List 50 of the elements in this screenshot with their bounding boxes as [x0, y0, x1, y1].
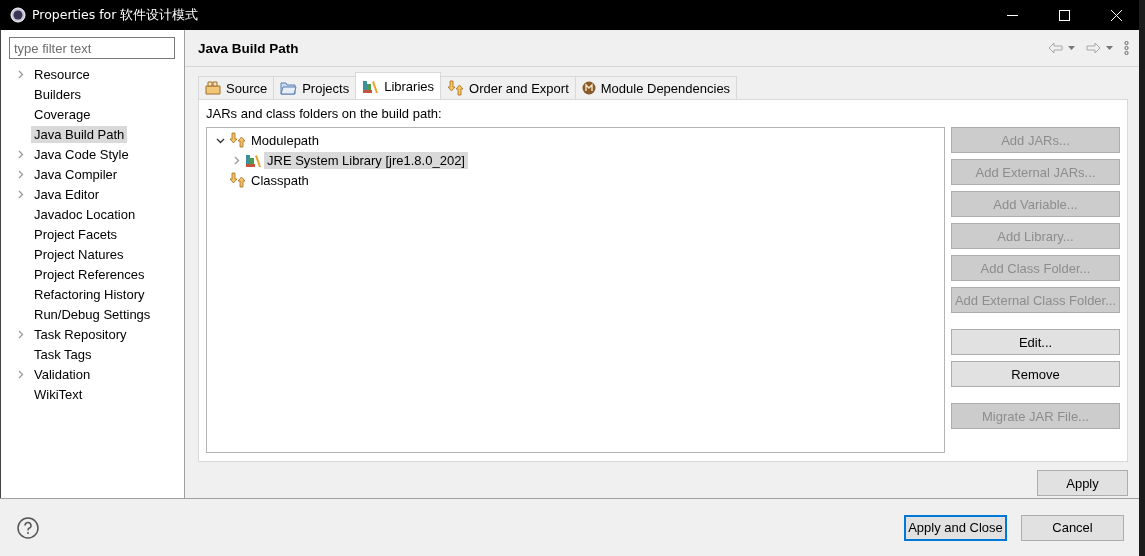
tab[interactable]: Source [198, 76, 275, 99]
arrows-icon [447, 80, 465, 96]
page-title: Java Build Path [198, 40, 300, 56]
arrows-icon [229, 132, 246, 148]
sidebar-item[interactable]: Builders [31, 85, 84, 103]
sidebar-item[interactable]: Run/Debug Settings [31, 305, 154, 323]
sidebar-item[interactable]: Java Editor [31, 185, 103, 203]
apply-button[interactable]: Apply [1037, 470, 1128, 496]
tab[interactable]: Projects [273, 76, 357, 99]
sidebar-item[interactable]: Java Build Path [31, 125, 128, 143]
sidebar-item[interactable]: Refactoring History [31, 285, 148, 303]
dialog-button[interactable]: Cancel [1021, 514, 1124, 541]
sidebar-item[interactable]: WikiText [31, 385, 86, 403]
sidebar-item[interactable]: Resource [31, 65, 93, 83]
sidebar-item[interactable]: Javadoc Location [31, 205, 139, 223]
close-icon[interactable] [1110, 9, 1122, 21]
sidebar-item[interactable]: Java Code Style [31, 145, 132, 163]
folder-icon [280, 81, 298, 95]
books-icon [245, 152, 262, 168]
tree-item[interactable]: JRE System Library [jre1.8.0_202] [264, 151, 468, 169]
package-icon [205, 81, 221, 95]
dropdown-icon[interactable] [1068, 46, 1075, 50]
action-button[interactable]: Edit... [951, 329, 1120, 355]
arrows-icon [229, 172, 246, 188]
module-icon [581, 81, 596, 95]
dialog-button[interactable]: Apply and Close [904, 514, 1007, 541]
filter-field[interactable]: type filter text [9, 37, 175, 59]
tree-item[interactable]: Classpath [248, 171, 312, 189]
description-text: JARs and class folders on the build path: [206, 106, 443, 121]
action-button[interactable]: Remove [951, 361, 1120, 387]
sidebar-item[interactable]: Task Repository [31, 325, 130, 343]
sidebar-item[interactable]: Task Tags [31, 345, 95, 363]
sidebar-item[interactable]: Project References [31, 265, 148, 283]
more-icon[interactable] [1124, 41, 1129, 55]
sidebar-item[interactable]: Validation [31, 365, 94, 383]
sidebar-item[interactable]: Coverage [31, 105, 94, 123]
back-arrow-icon[interactable] [1048, 42, 1063, 54]
books-icon [362, 78, 380, 94]
help-icon[interactable] [17, 516, 39, 539]
sidebar-item[interactable]: Project Facets [31, 225, 121, 243]
tab[interactable]: Libraries [355, 72, 442, 99]
window-title: Properties for 软件设计模式 [32, 6, 200, 24]
tab[interactable]: Module Dependencies [574, 76, 738, 99]
tab[interactable]: Order and Export [440, 76, 576, 99]
sidebar-item[interactable]: Project Natures [31, 245, 127, 263]
maximize-icon[interactable] [1058, 9, 1070, 21]
tree-item[interactable]: Modulepath [248, 131, 322, 149]
sidebar-item[interactable]: Java Compiler [31, 165, 121, 183]
dropdown-icon[interactable] [1106, 46, 1113, 50]
forward-arrow-icon[interactable] [1086, 42, 1101, 54]
